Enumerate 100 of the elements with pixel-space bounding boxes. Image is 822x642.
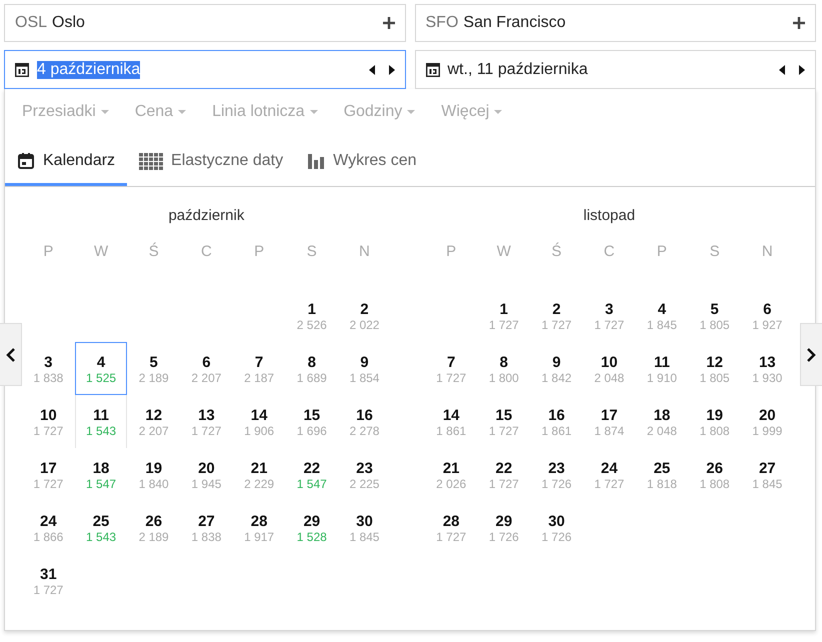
day-price: 1 845 [349,530,380,544]
day-price: 2 048 [594,371,624,385]
calendar-day[interactable]: 8 1 800 [478,342,530,395]
day-price: 2 526 [296,318,327,332]
calendar-day[interactable]: 7 1 727 [424,342,478,395]
calendar-day[interactable]: 24 1 727 [582,448,636,501]
next-icon[interactable] [388,64,394,74]
calendar-day[interactable]: 16 2 278 [338,395,391,448]
calendar-day[interactable]: 23 1 726 [530,448,583,501]
calendar-day[interactable]: 3 1 838 [22,342,75,395]
calendar-day[interactable]: 17 1 874 [582,395,636,448]
day-price: 1 910 [646,371,677,385]
calendar-day[interactable]: 27 1 838 [180,501,233,554]
calendar-day[interactable]: 15 1 727 [478,395,530,448]
calendar-day[interactable]: 13 1 930 [740,342,794,395]
calendar-day[interactable]: 9 1 842 [530,342,583,395]
next-month-button[interactable] [800,323,822,386]
calendar-day[interactable]: 27 1 845 [740,448,794,501]
calendar-day[interactable]: 6 1 927 [740,289,794,342]
calendar-icon [426,62,440,76]
plus-icon[interactable] [793,17,805,29]
calendar-day[interactable]: 16 1 861 [530,395,583,448]
calendar-day[interactable]: 22 1 547 [285,448,338,501]
calendar-day[interactable]: 24 1 866 [22,501,75,554]
calendar-day[interactable]: 20 1 999 [740,395,794,448]
day-price: 2 048 [646,424,677,438]
calendar-day[interactable]: 1 1 727 [478,289,530,342]
weekday-label: P [254,243,264,260]
calendar-day[interactable]: 3 1 727 [582,289,636,342]
calendar-day[interactable]: 26 2 189 [127,501,180,554]
view-tab[interactable]: Kalendarz [5,139,128,186]
calendar-day[interactable]: 20 1 945 [180,448,233,501]
calendar-day[interactable]: 31 1 727 [22,554,75,607]
calendar-day[interactable]: 12 2 207 [127,395,180,448]
day-number: 14 [250,407,268,424]
calendar-day[interactable]: 12 1 805 [688,342,741,395]
day-number: 7 [446,354,456,371]
view-tab[interactable]: Wykres cen [295,139,429,186]
calendar-day[interactable]: 1 2 526 [285,289,338,342]
airport-field[interactable]: OSL Oslo [4,4,406,42]
previous-icon[interactable] [779,64,785,74]
day-price: 1 930 [752,371,782,385]
previous-month-button[interactable] [0,323,22,386]
calendar-day[interactable]: 11 1 910 [636,342,688,395]
calendar-day[interactable]: 19 1 840 [127,448,180,501]
day-price: 1 805 [700,318,730,332]
weekday-label: C [604,243,615,260]
calendar-day[interactable]: 21 2 026 [424,448,478,501]
calendar-day[interactable]: 9 1 854 [338,342,391,395]
day-number: 16 [548,407,565,424]
date-field[interactable]: wt., 11 października [414,50,816,89]
calendar-day[interactable]: 22 1 727 [478,448,530,501]
calendar-day[interactable]: 26 1 808 [688,448,741,501]
day-price: 1 854 [349,371,380,385]
calendar-day[interactable]: 8 1 689 [285,342,338,395]
calendar-day[interactable]: 25 1 543 [74,501,128,554]
calendar-day[interactable]: 19 1 808 [688,395,741,448]
calendar-day[interactable]: 11 1 543 [74,395,128,448]
calendar-day[interactable]: 14 1 861 [424,395,478,448]
day-price: 1 866 [33,530,64,544]
next-icon[interactable] [799,64,805,74]
day-number: 27 [758,460,776,477]
calendar-day[interactable]: 29 1 528 [285,501,338,554]
previous-icon[interactable] [368,64,374,74]
view-tab[interactable]: Elastyczne daty [127,139,296,186]
day-number: 14 [442,407,460,424]
calendar-day[interactable]: 15 1 696 [285,395,338,448]
calendar-day[interactable]: 21 2 229 [232,448,286,501]
day-price: 1 861 [436,424,466,438]
calendar-day[interactable]: 10 2 048 [582,342,636,395]
calendar-day[interactable]: 17 1 727 [22,448,75,501]
calendar-day[interactable]: 18 2 048 [636,395,688,448]
grid-icon [139,152,164,170]
calendar-day[interactable]: 2 2 022 [338,289,391,342]
calendar-day[interactable]: 30 1 726 [530,501,583,554]
date-field[interactable]: 4 października [4,50,406,89]
calendar-day[interactable]: 14 1 906 [232,395,286,448]
calendar-day[interactable]: 7 2 187 [232,342,286,395]
calendar-day[interactable]: 10 1 727 [22,395,75,448]
calendar-day[interactable]: 23 2 225 [338,448,391,501]
calendar-day[interactable]: 5 1 805 [688,289,741,342]
day-price: 1 727 [436,371,466,385]
day-price: 1 845 [752,477,782,491]
calendar-day[interactable]: 30 1 845 [338,501,391,554]
calendar-day[interactable]: 28 1 917 [232,501,286,554]
caret-icon [178,110,186,114]
calendar-day[interactable]: 4 1 845 [636,289,688,342]
calendar-day[interactable]: 13 1 727 [180,395,233,448]
calendar-day[interactable]: 29 1 726 [478,501,530,554]
calendar-day[interactable]: 18 1 547 [74,448,128,501]
day-number: 7 [254,354,264,371]
calendar-day[interactable]: 28 1 727 [424,501,478,554]
calendar-day[interactable]: 25 1 818 [636,448,688,501]
calendar-day[interactable]: 6 2 207 [180,342,233,395]
calendar-day[interactable]: 2 1 727 [530,289,583,342]
airport-field[interactable]: SFO San Francisco [414,4,816,42]
day-price: 1 808 [700,477,730,491]
calendar-day[interactable]: 5 2 189 [127,342,180,395]
calendar-day[interactable]: 4 1 525 [74,342,128,395]
plus-icon[interactable] [382,17,394,29]
